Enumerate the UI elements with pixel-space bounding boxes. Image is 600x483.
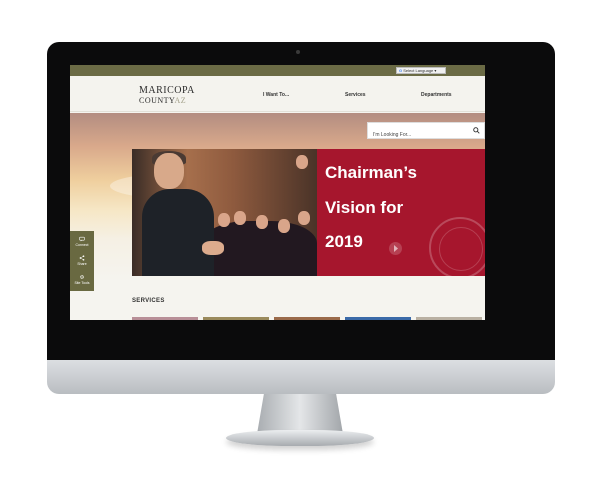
service-card[interactable] [416,317,482,320]
speaker-suit [142,189,214,276]
browser-screen: G Select Language ▾ MARICOPA COUNTYAZ I … [70,65,485,320]
share-label: Share [77,262,87,266]
share-tool[interactable]: Share [70,255,94,266]
headline-line-1: Chairman’s [325,163,417,182]
headline-panel: Chairman’s Vision for 2019 [317,149,485,276]
google-icon: G [399,68,403,73]
logo-line-2[interactable]: COUNTYAZ [139,96,186,105]
gear-icon [80,275,84,279]
stage: G Select Language ▾ MARICOPA COUNTYAZ I … [0,0,600,483]
nav-i-want-to[interactable]: I Want To... [263,92,289,98]
speaker-head [154,153,184,189]
search-icon[interactable] [473,127,480,134]
logo-line-1[interactable]: MARICOPA [139,85,195,96]
share-icon [79,255,85,261]
audience-face [296,155,308,169]
utility-bar: G Select Language ▾ [70,65,485,76]
main-header: MARICOPA COUNTYAZ I Want To... Services … [70,76,485,112]
service-card[interactable] [203,317,269,320]
camera-icon [296,50,300,54]
site-tools-tool[interactable]: Site Tools [70,274,94,285]
audience-face [298,211,310,225]
nav-departments[interactable]: Departments [421,92,452,98]
logo-county: COUNTY [139,96,175,105]
audience-face [234,211,246,225]
site-tools-label: Site Tools [74,281,90,285]
chairman-photo [132,149,317,276]
search-box [367,122,485,143]
hero-banner[interactable]: Chairman’s Vision for 2019 [132,149,485,276]
side-tools-panel: Connect Share Site Tools [70,231,94,291]
service-card[interactable] [345,317,411,320]
services-heading: SERVICES [132,298,165,304]
audience-face [218,213,230,227]
service-card[interactable] [274,317,340,320]
audience-face [256,215,268,229]
monitor-stand-neck [257,394,343,434]
audience-face [278,219,290,233]
connect-label: Connect [75,243,89,247]
service-card[interactable] [132,317,198,320]
headline-line-2: Vision for [325,198,404,217]
speaker-hand [202,241,224,255]
connect-tool[interactable]: Connect [70,236,94,247]
arrow-right-icon[interactable] [389,242,402,255]
language-select-label: Select Language [403,68,434,73]
chevron-down-icon: ▾ [434,68,437,73]
search-input[interactable] [368,127,468,143]
nav-services[interactable]: Services [345,92,366,98]
monitor-stand-base [226,430,374,446]
chat-icon [79,236,85,242]
monitor-chin [47,360,555,394]
language-select[interactable]: G Select Language ▾ [396,67,446,74]
logo-az: AZ [174,96,187,105]
